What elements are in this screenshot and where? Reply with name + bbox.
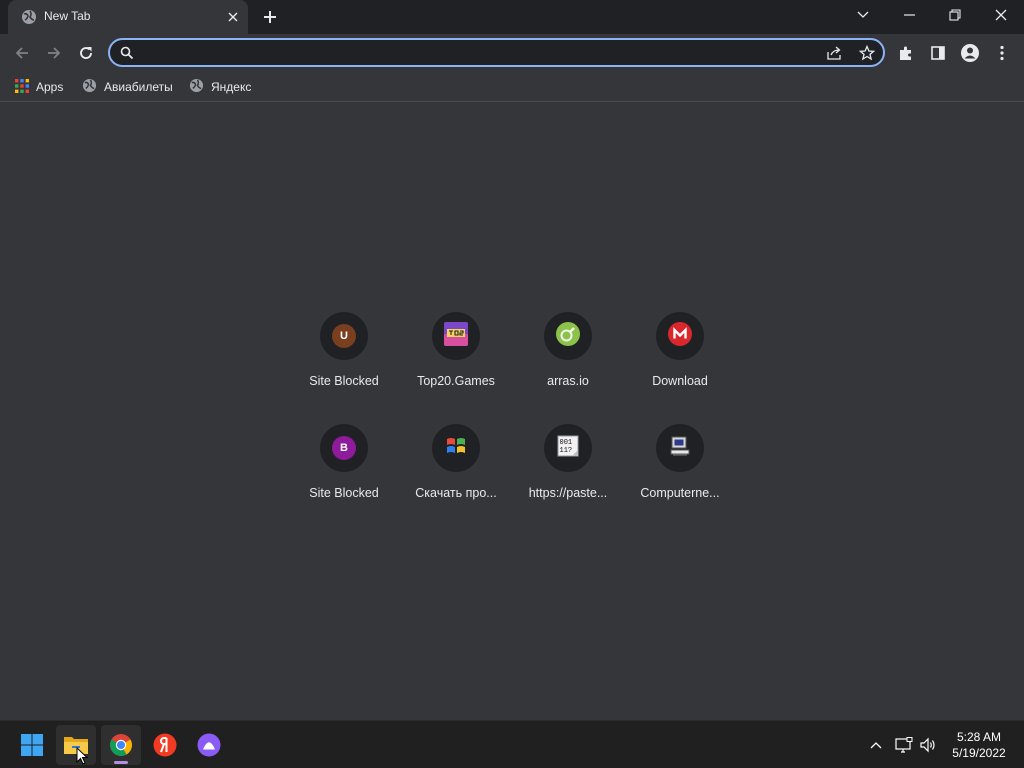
star-icon[interactable]	[856, 43, 878, 63]
alice-icon[interactable]	[189, 725, 229, 765]
shortcut-tile[interactable]: Computerne...	[624, 424, 736, 536]
shortcut-label: Top20.Games	[417, 374, 495, 388]
clock-date: 5/19/2022	[952, 746, 1006, 760]
globe-icon	[21, 9, 37, 25]
arrow-right-icon[interactable]	[40, 39, 68, 67]
network-icon[interactable]	[894, 735, 914, 755]
plus-icon[interactable]	[259, 6, 281, 28]
address-input[interactable]	[142, 43, 802, 62]
shortcut-tile[interactable]: Download	[624, 312, 736, 424]
bookmarks-bar: Apps Авиабилеты Яндекс	[0, 72, 1024, 102]
side-panel-icon[interactable]	[924, 39, 952, 67]
reload-icon[interactable]	[72, 39, 100, 67]
shortcut-label: Site Blocked	[309, 486, 379, 500]
shortcut-icon-circle	[656, 312, 704, 360]
volume-icon[interactable]	[918, 735, 938, 755]
profile-icon[interactable]	[956, 39, 984, 67]
extensions-icon[interactable]	[892, 39, 920, 67]
letter-b-icon: B	[332, 436, 356, 460]
svg-text:001: 001	[560, 439, 573, 447]
shortcut-icon-circle	[544, 312, 592, 360]
file-explorer-icon[interactable]	[56, 725, 96, 765]
svg-text:11?: 11?	[560, 447, 573, 455]
bookmark-apps[interactable]: Apps	[9, 76, 69, 98]
yandex-browser-icon[interactable]	[145, 725, 185, 765]
shortcut-icon-circle	[432, 312, 480, 360]
letter-u-icon: U	[332, 324, 356, 348]
clock-time: 5:28 AM	[956, 730, 1002, 744]
address-bar[interactable]	[108, 38, 885, 67]
bookmark-yandex[interactable]: Яндекс	[183, 76, 257, 98]
bookmark-label: Яндекс	[211, 80, 252, 94]
shortcut-icon-circle: 001 11?	[544, 424, 592, 472]
tab-new-tab[interactable]: New Tab	[8, 0, 248, 34]
minimize-icon[interactable]	[886, 0, 932, 30]
system-clock[interactable]: 5:28 AM 5/19/2022	[944, 729, 1014, 761]
shortcut-label: arras.io	[547, 374, 589, 388]
bookmark-label: Apps	[36, 80, 64, 94]
active-indicator	[114, 761, 128, 764]
chrome-icon[interactable]	[101, 725, 141, 765]
chevron-down-icon[interactable]	[840, 0, 886, 30]
top20-games-icon	[444, 321, 468, 351]
share-icon[interactable]	[824, 43, 846, 63]
shortcut-label: Download	[652, 374, 708, 388]
shortcut-tile[interactable]: Top20.Games	[400, 312, 512, 424]
apps-grid-icon	[15, 78, 29, 96]
globe-icon	[189, 78, 204, 96]
shortcut-icon-circle: B	[320, 424, 368, 472]
bookmark-aviabilety[interactable]: Авиабилеты	[76, 76, 179, 98]
restore-icon[interactable]	[932, 0, 978, 30]
tab-title: New Tab	[44, 9, 91, 23]
arras-icon	[556, 321, 580, 351]
shortcut-tile[interactable]: 001 11? https://paste...	[512, 424, 624, 536]
computer-icon	[668, 434, 692, 463]
close-icon[interactable]	[224, 8, 242, 26]
shortcut-label: Computerne...	[640, 486, 720, 500]
bookmark-label: Авиабилеты	[104, 80, 173, 94]
shortcut-icon-circle: U	[320, 312, 368, 360]
shortcut-tile[interactable]: B Site Blocked	[288, 424, 400, 536]
taskbar: 5:28 AM 5/19/2022	[0, 720, 1024, 768]
browser-toolbar	[0, 34, 1024, 72]
shortcut-label: Site Blocked	[309, 374, 379, 388]
mouse-cursor-icon	[76, 746, 89, 768]
shortcut-icon-circle	[656, 424, 704, 472]
binary-doc-icon: 001 11?	[556, 434, 580, 463]
mega-icon	[668, 321, 692, 351]
shortcut-tile[interactable]: U Site Blocked	[288, 312, 400, 424]
shortcut-icon-circle	[432, 424, 480, 472]
windows-flag-icon	[445, 435, 467, 462]
shortcut-label: Скачать про...	[415, 486, 497, 500]
tab-strip: New Tab	[0, 0, 1024, 34]
more-vertical-icon[interactable]	[988, 39, 1016, 67]
chevron-up-icon[interactable]	[866, 735, 886, 755]
shortcut-tile[interactable]: Скачать про...	[400, 424, 512, 536]
shortcut-tile[interactable]: arras.io	[512, 312, 624, 424]
globe-icon	[82, 78, 97, 96]
shortcut-label: https://paste...	[528, 486, 608, 500]
windows-start-icon[interactable]	[12, 725, 52, 765]
search-icon	[120, 46, 134, 60]
close-window-icon[interactable]	[978, 0, 1024, 30]
arrow-left-icon[interactable]	[8, 39, 36, 67]
